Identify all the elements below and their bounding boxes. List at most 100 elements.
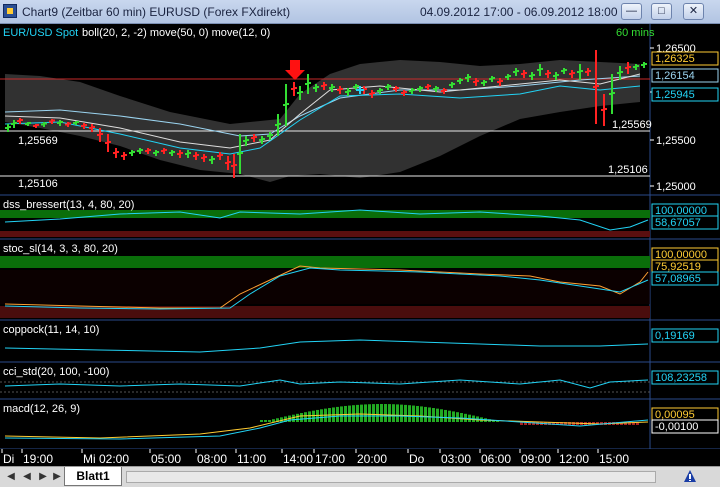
macd-histogram-bar (296, 413, 299, 422)
prev-sheet-icon[interactable]: ◀ (20, 470, 34, 484)
time-label: 14:00 (283, 452, 313, 466)
macd-histogram-bar (460, 413, 463, 422)
value-label: 100,00000 (655, 249, 707, 261)
horizontal-scrollbar[interactable] (126, 471, 656, 483)
last-sheet-icon[interactable]: ▶ (50, 470, 64, 484)
macd-histogram-bar (268, 420, 271, 422)
minimize-button[interactable]: — (621, 3, 642, 20)
time-label: 06:00 (481, 452, 511, 466)
macd-histogram-bar (456, 412, 459, 422)
overbought-zone (0, 256, 650, 268)
macd-histogram-bar (432, 408, 435, 422)
macd-histogram-bar (400, 404, 403, 422)
macd-histogram-bar (364, 404, 367, 422)
time-label: 19:00 (23, 452, 53, 466)
close-icon: ✕ (688, 5, 699, 17)
macd-histogram-bar (452, 411, 455, 422)
chart-icon (3, 4, 17, 18)
time-label: Do (409, 452, 425, 466)
macd-histogram-bar (272, 419, 275, 422)
time-label: 11:00 (237, 452, 266, 466)
sheet-bar: ◀ ◀ ▶ ▶ Blatt1 (0, 466, 720, 487)
macd-histogram-bar (360, 404, 363, 422)
value-label: 0,19169 (655, 330, 695, 342)
macd-histogram-bar (424, 406, 427, 422)
level-label: 1,25569 (612, 119, 652, 131)
date-range: 04.09.2012 17:00 - 06.09.2012 18:00 (420, 5, 618, 19)
macd-histogram-bar (280, 417, 283, 422)
price-label: 1,25945 (655, 89, 695, 101)
next-sheet-icon[interactable]: ▶ (36, 470, 50, 484)
main-pane-header: EUR/USD Spot (3, 27, 78, 39)
sheet-tab[interactable]: Blatt1 (64, 467, 122, 486)
timeframe-label: 60 mins (616, 27, 655, 39)
time-label: Di (3, 452, 14, 466)
macd-histogram-bar (444, 409, 447, 422)
warning-icon[interactable] (683, 469, 697, 483)
price-label: 1,26325 (655, 53, 695, 65)
macd-histogram-bar (436, 408, 439, 422)
stoch-middle-zone (0, 270, 650, 304)
macd-histogram-bar (316, 409, 319, 422)
value-label: 100,00000 (655, 205, 707, 217)
title-bar[interactable]: Chart9 (Zeitbar 60 min) EURUSD (Forex FX… (0, 0, 720, 24)
macd-histogram-bar (404, 404, 407, 422)
macd-histogram-bar (304, 412, 307, 422)
pane-title: stoc_sl(14, 3, 3, 80, 20) (3, 243, 118, 255)
time-label: 08:00 (197, 452, 227, 466)
macd-histogram-bar (408, 405, 411, 422)
level-label: 1,25569 (18, 135, 58, 147)
main-pane-indicators: boll(20, 2, -2) move(50, 0) move(12, 0) (82, 27, 270, 39)
macd-histogram-bar (392, 404, 395, 422)
chart-canvas[interactable]: EUR/USD Spot boll(20, 2, -2) move(50, 0) … (0, 24, 720, 466)
macd-histogram-bar (416, 405, 419, 422)
macd-histogram-bar (440, 409, 443, 422)
macd-histogram-bar (292, 414, 295, 422)
time-label: 03:00 (441, 452, 471, 466)
value-label: 75,92519 (655, 261, 701, 273)
macd-histogram-bar (412, 405, 415, 422)
oversold-zone (0, 231, 650, 237)
macd-histogram-bar (356, 404, 359, 422)
level-label: 1,25106 (608, 164, 648, 176)
macd-histogram-bar (428, 407, 431, 422)
macd-histogram-bar (380, 404, 383, 422)
macd-histogram-bar (308, 411, 311, 422)
macd-histogram-bar (368, 404, 371, 422)
level-label: 1,25106 (18, 178, 58, 190)
pane-title: cci_std(20, 100, -100) (3, 366, 109, 378)
macd-histogram-bar (384, 404, 387, 422)
macd-histogram-bar (376, 404, 379, 422)
price-label: 1,26154 (655, 70, 695, 82)
time-label: Mi 02:00 (83, 452, 129, 466)
chart-area[interactable]: EUR/USD Spot boll(20, 2, -2) move(50, 0) … (0, 24, 720, 466)
macd-histogram-bar (396, 404, 399, 422)
macd-histogram-bar (448, 410, 451, 422)
value-label: -0,00100 (655, 421, 698, 433)
value-label: 58,67057 (655, 217, 701, 229)
macd-histogram-bar (300, 413, 303, 422)
close-button[interactable]: ✕ (683, 3, 704, 20)
y-tick-label: 1,25500 (656, 135, 696, 147)
window-title: Chart9 (Zeitbar 60 min) EURUSD (Forex FX… (22, 5, 291, 19)
time-label: 20:00 (357, 452, 387, 466)
macd-histogram-bar (312, 410, 315, 422)
pane-title: macd(12, 26, 9) (3, 403, 80, 415)
y-tick-label: 1,25000 (656, 181, 696, 193)
maximize-button[interactable]: □ (651, 3, 672, 20)
pane-title: dss_bressert(13, 4, 80, 20) (3, 199, 134, 211)
macd-histogram-bar (352, 405, 355, 422)
maximize-icon: □ (658, 5, 665, 17)
value-label: 57,08965 (655, 273, 701, 285)
time-label: 12:00 (559, 452, 589, 466)
macd-histogram-bar (388, 404, 391, 422)
macd-histogram-bar (420, 406, 423, 422)
first-sheet-icon[interactable]: ◀ (4, 470, 18, 484)
value-label: 0,00095 (655, 409, 695, 421)
macd-histogram-bar (260, 420, 263, 422)
pane-title: coppock(11, 14, 10) (3, 324, 99, 336)
value-label: 108,23258 (655, 372, 707, 384)
minimize-icon: — (626, 5, 637, 17)
macd-histogram-bar (372, 404, 375, 422)
time-label: 15:00 (599, 452, 629, 466)
